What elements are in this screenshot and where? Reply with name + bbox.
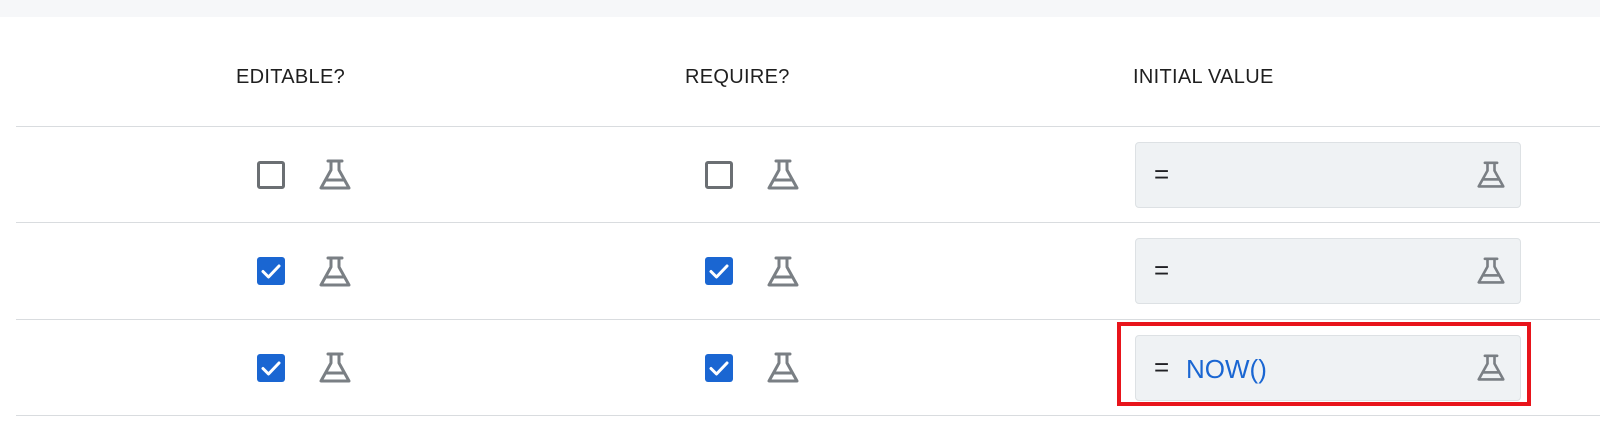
row-divider: [16, 126, 1600, 127]
editable-checkbox[interactable]: [257, 161, 285, 189]
initial-value-field[interactable]: =: [1135, 142, 1521, 208]
flask-icon[interactable]: [766, 352, 800, 384]
require-checkbox[interactable]: [705, 161, 733, 189]
flask-icon[interactable]: [318, 352, 352, 384]
flask-icon[interactable]: [318, 256, 352, 288]
flask-icon[interactable]: [318, 159, 352, 191]
flask-icon[interactable]: [766, 159, 800, 191]
row-divider: [16, 319, 1600, 320]
require-checkbox[interactable]: [705, 257, 733, 285]
formula-prefix: =: [1154, 159, 1170, 189]
require-checkbox[interactable]: [705, 354, 733, 382]
checkmark-icon: [261, 264, 281, 279]
column-header-require: REQUIRE?: [685, 66, 790, 88]
initial-value-field[interactable]: =: [1135, 238, 1521, 304]
flask-icon[interactable]: [1476, 257, 1506, 285]
top-toolbar-strip: [0, 0, 1600, 17]
column-header-initial-value: INITIAL VALUE: [1133, 66, 1274, 88]
checkmark-icon: [709, 264, 729, 279]
row-divider: [16, 415, 1600, 416]
formula-prefix: =: [1154, 255, 1170, 285]
editable-checkbox[interactable]: [257, 257, 285, 285]
row-divider: [16, 222, 1600, 223]
editable-checkbox[interactable]: [257, 354, 285, 382]
flask-icon[interactable]: [766, 256, 800, 288]
checkmark-icon: [261, 361, 281, 376]
column-header-editable: EDITABLE?: [236, 66, 346, 88]
flask-icon[interactable]: [1476, 161, 1506, 189]
highlight-annotation-box: [1117, 322, 1531, 406]
checkmark-icon: [709, 361, 729, 376]
